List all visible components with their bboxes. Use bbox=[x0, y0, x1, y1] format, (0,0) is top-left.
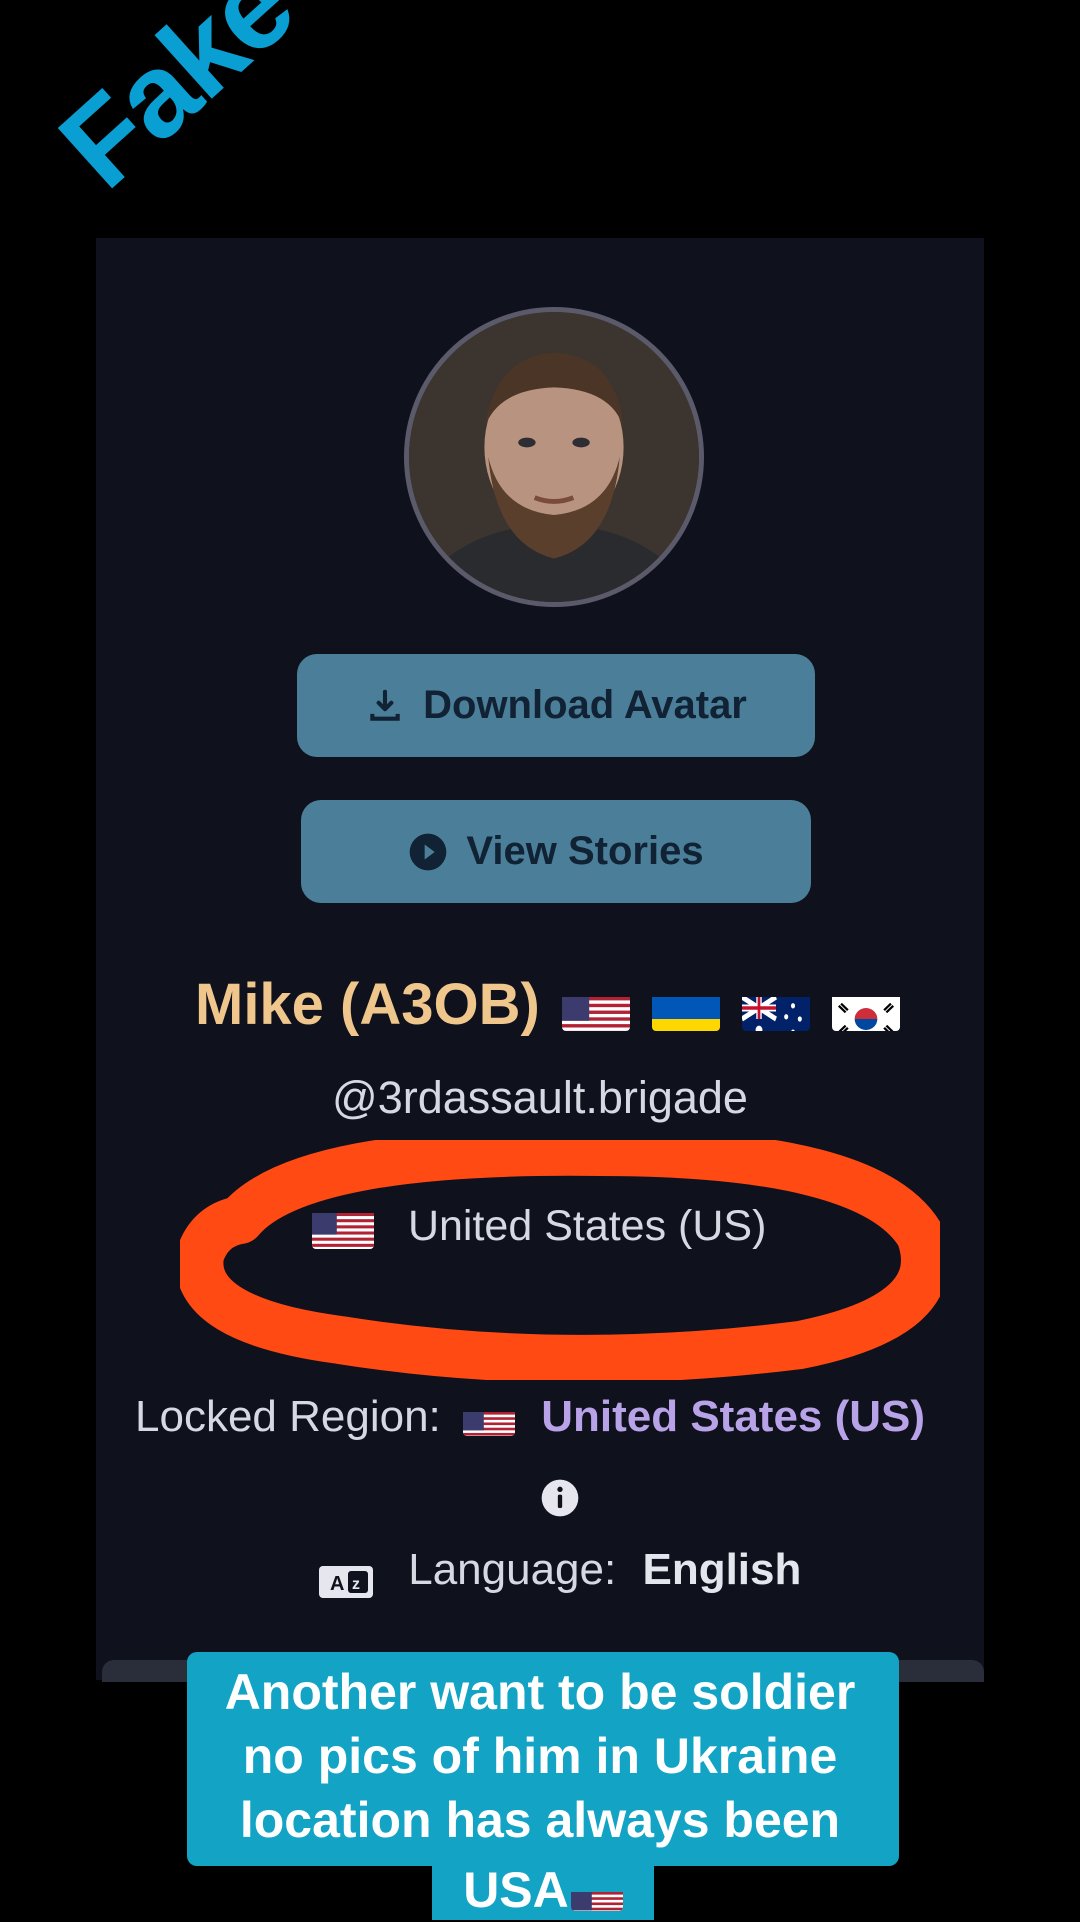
play-circle-icon bbox=[408, 832, 448, 872]
view-stories-button[interactable]: View Stories bbox=[301, 800, 811, 903]
flag-au-icon bbox=[742, 987, 810, 1031]
language-value: English bbox=[642, 1545, 801, 1594]
caption-line-3: location has always been bbox=[0, 1788, 1080, 1852]
flag-us-icon bbox=[463, 1402, 515, 1436]
locked-region-label: Locked Region: bbox=[135, 1392, 441, 1441]
red-circle-annotation bbox=[180, 1140, 940, 1380]
flag-ua-icon bbox=[652, 987, 720, 1031]
caption-line-2: no pics of him in Ukraine bbox=[0, 1724, 1080, 1788]
fake-stamp: Fake bbox=[40, 0, 385, 239]
download-avatar-button[interactable]: Download Avatar bbox=[297, 654, 815, 757]
locked-region-row: Locked Region: United States (US) bbox=[135, 1387, 985, 1447]
caption-last-text: USA bbox=[463, 1862, 569, 1918]
username-handle: @3rdassault.brigade bbox=[0, 1068, 1080, 1128]
svg-text:A: A bbox=[330, 1573, 344, 1595]
flag-us-icon bbox=[571, 1877, 623, 1911]
download-avatar-label: Download Avatar bbox=[423, 683, 747, 728]
download-icon bbox=[365, 686, 405, 726]
locked-region-value: United States (US) bbox=[541, 1392, 925, 1441]
view-stories-label: View Stories bbox=[466, 829, 703, 874]
svg-text:z: z bbox=[352, 1576, 360, 1593]
display-name-text: Mike (A3OB) bbox=[195, 972, 540, 1037]
language-label: Language: bbox=[408, 1545, 616, 1594]
avatar[interactable] bbox=[404, 307, 704, 607]
display-name: Mike (A3OB) bbox=[195, 970, 925, 1040]
language-row: A z Language: English bbox=[318, 1540, 878, 1600]
info-icon[interactable] bbox=[540, 1478, 580, 1518]
caption-line-4: USA bbox=[432, 1858, 654, 1920]
translate-icon: A z bbox=[318, 1555, 374, 1589]
flag-us-icon bbox=[562, 987, 630, 1031]
caption-line-1: Another want to be soldier bbox=[0, 1660, 1080, 1724]
flag-kr-icon bbox=[832, 987, 900, 1031]
